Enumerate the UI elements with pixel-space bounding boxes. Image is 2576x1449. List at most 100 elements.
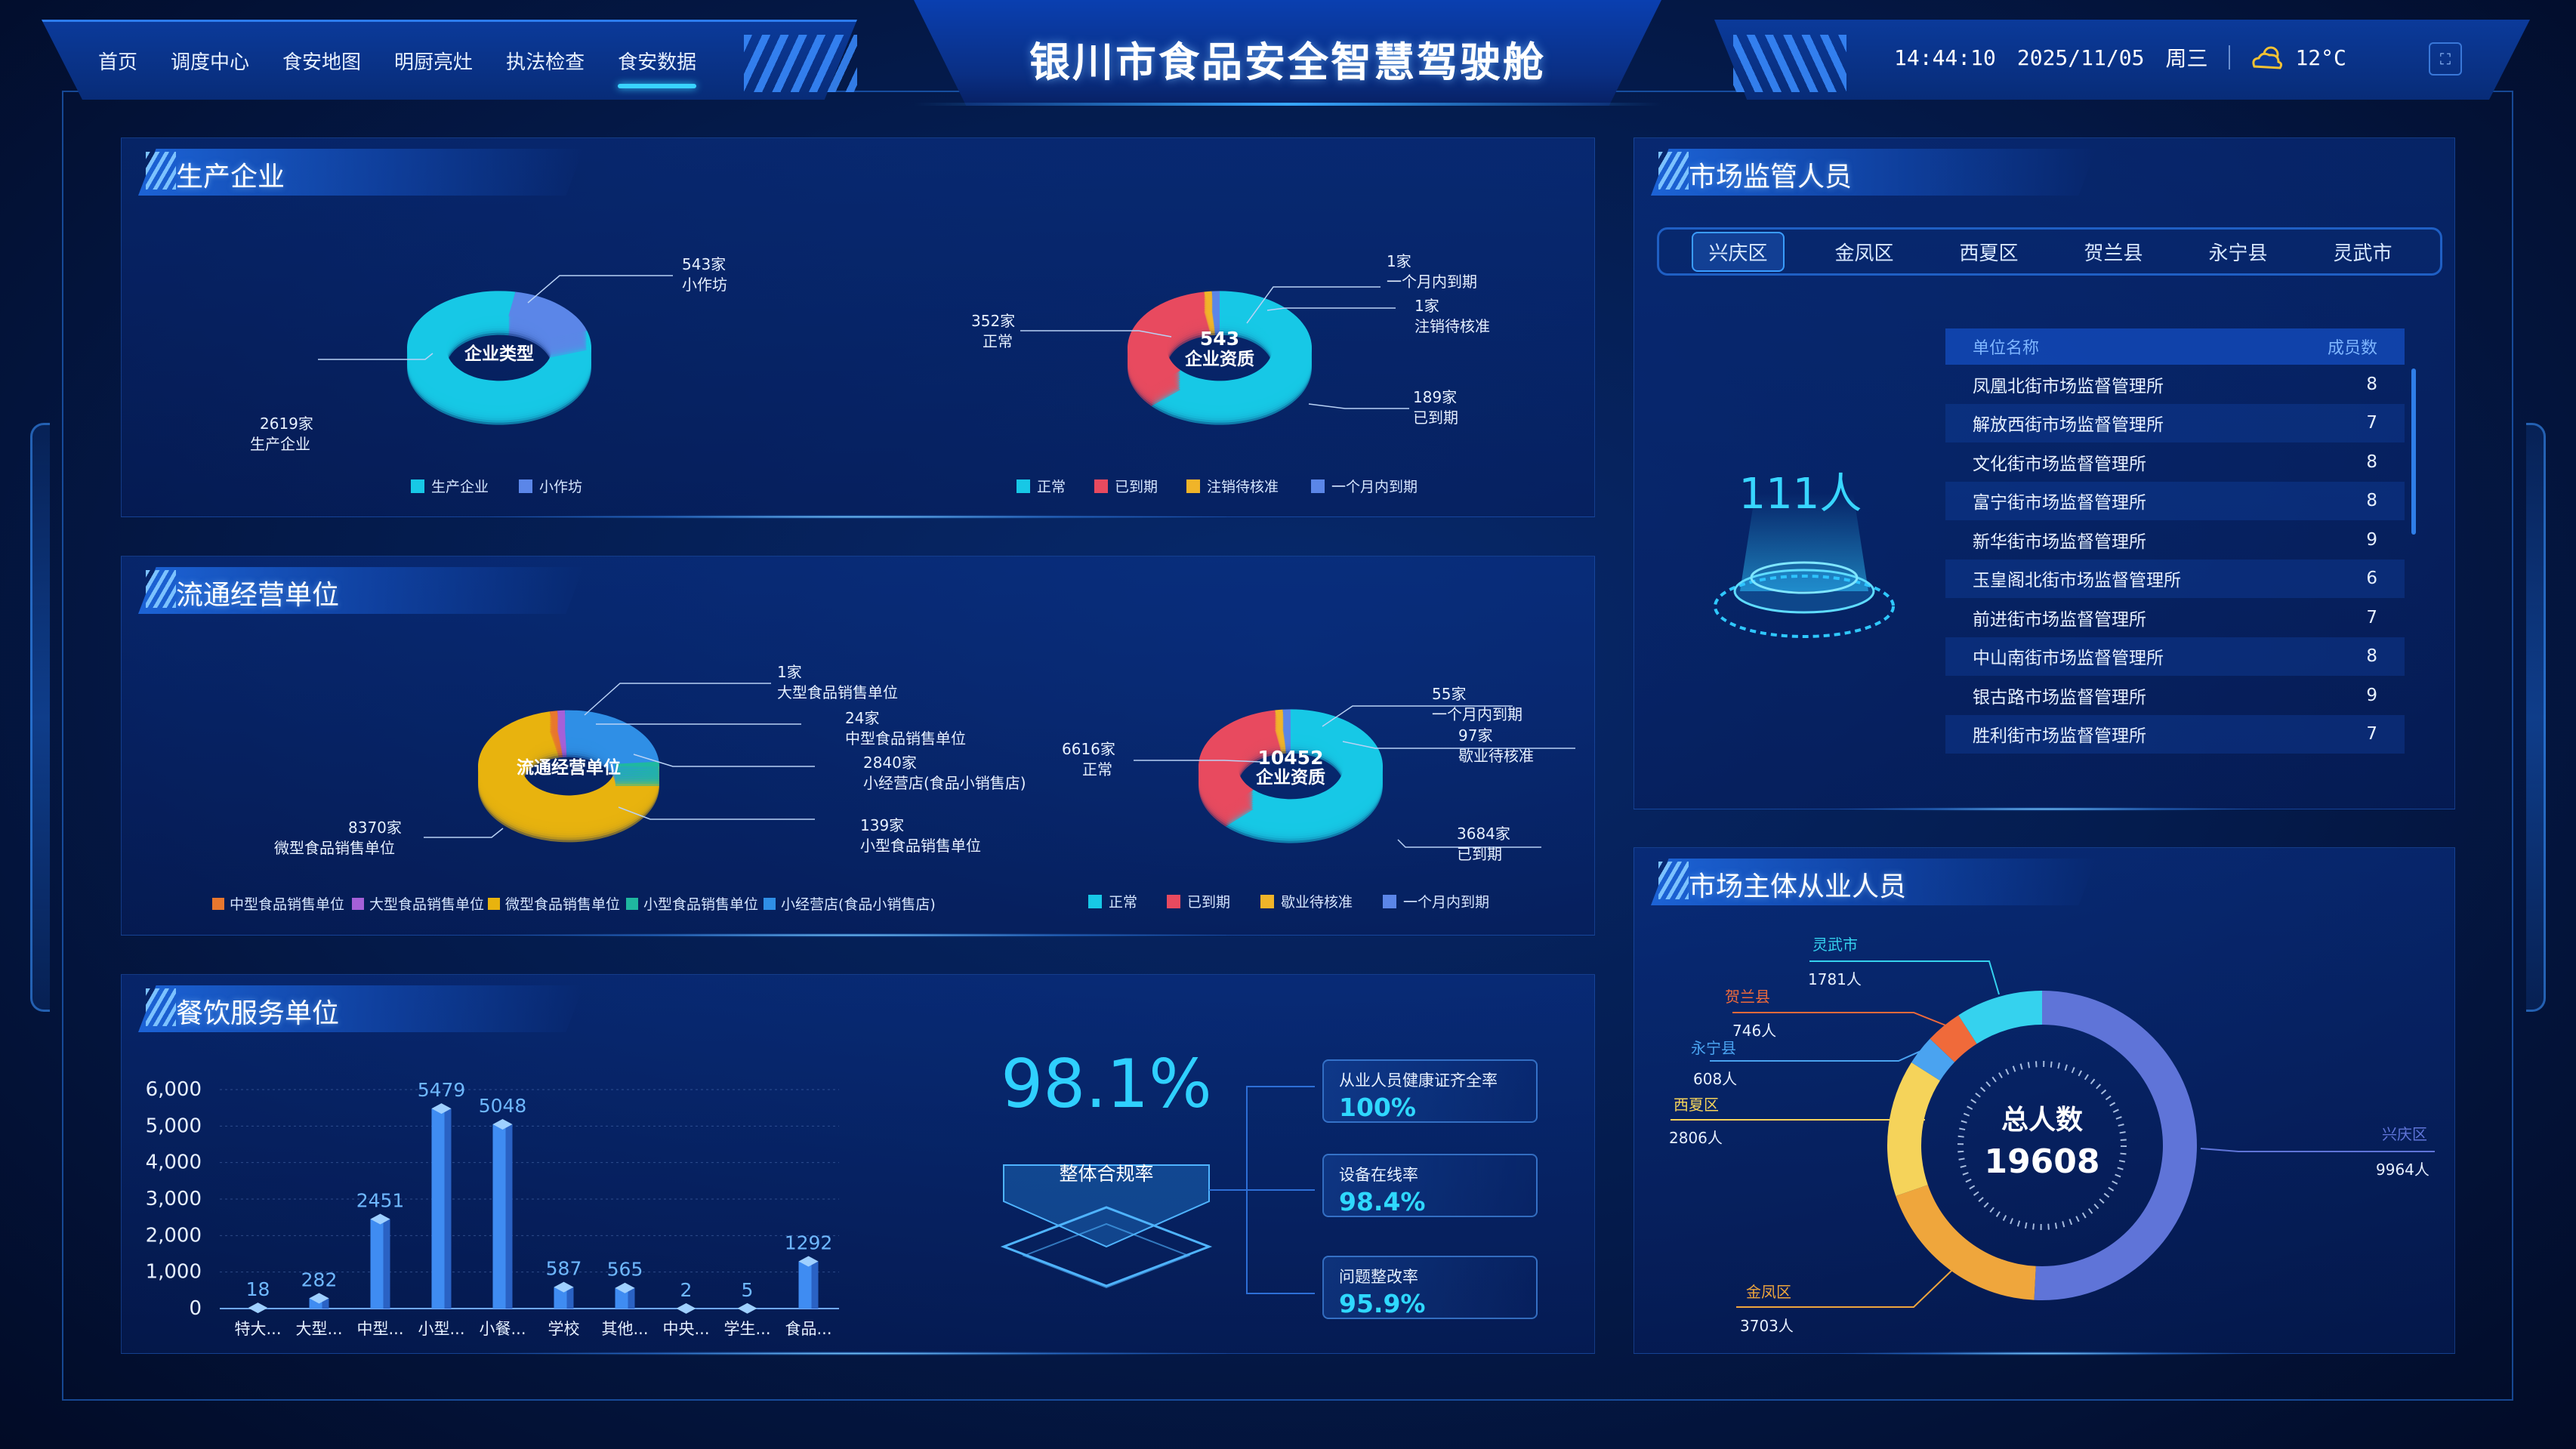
panel-circulation: 流通经营单位 1家 大型食品销售单位 24家 中型食品销售单位 2840家 小经… <box>121 556 1595 937</box>
practitioners-donut-chart: 总人数 19608 灵武市 1781人 贺兰县 746人 永宁县 608人 西夏… <box>1669 936 2435 1335</box>
nav-item-kitchen[interactable]: 明厨亮灶 <box>378 38 489 84</box>
metric-value: 100% <box>1339 1093 1416 1122</box>
legend-label: 正常 <box>1109 894 1137 911</box>
compliance-rate-value: 98.1% <box>1001 1045 1212 1123</box>
chart-label: 55家 <box>1432 685 1466 703</box>
region-value: 1781人 <box>1808 970 1862 988</box>
legend-status: 正常 已到期 注销待核准 一个月内到期 <box>1017 479 1418 495</box>
header-stripe-decoration <box>1733 35 1846 92</box>
table-row[interactable]: 凤凰北街市场监督管理所 8 <box>1945 365 2405 404</box>
nav-item-dispatch[interactable]: 调度中心 <box>154 38 266 84</box>
table-row[interactable]: 胜利街市场监督管理所 7 <box>1945 714 2405 754</box>
region-label: 贺兰县 <box>1725 988 1770 1006</box>
chart-label: 1家 <box>1387 252 1411 270</box>
chart-label: 一个月内到期 <box>1387 273 1477 291</box>
chart-label: 微型食品销售单位 <box>274 839 395 857</box>
cloud-sun-icon <box>2252 46 2283 69</box>
nav-item-map[interactable]: 食安地图 <box>266 38 378 84</box>
donut-slice[interactable] <box>1896 1185 2036 1300</box>
table-row[interactable]: 玉皇阁北街市场监督管理所 6 <box>1945 559 2405 598</box>
chart-label: 24家 <box>845 709 879 727</box>
unit-name: 新华街市场监督管理所 <box>1973 532 2146 552</box>
table-scrollbar[interactable] <box>2411 368 2416 535</box>
table-row[interactable]: 新华街市场监督管理所 9 <box>1945 520 2405 560</box>
metric-card: 从业人员健康证齐全率 100% <box>1322 1059 1538 1123</box>
unit-name: 凤凰北街市场监督管理所 <box>1973 376 2164 396</box>
table-body: 凤凰北街市场监督管理所 8 解放西街市场监督管理所 7 文化街市场监督管理所 8 富宁街市场… <box>1945 365 2405 754</box>
donut-slice[interactable] <box>1887 1062 1940 1196</box>
panel-catering: 餐饮服务单位 6,000 5,000 4,000 3,000 2,000 1,000 0 18… <box>121 974 1595 1355</box>
region-label: 西夏区 <box>1674 1096 1719 1114</box>
page-title: 银川市食品安全智慧驾驶舱 <box>1029 39 1546 86</box>
donut-center-label: 总人数 <box>2001 1105 2083 1136</box>
legend-swatch <box>764 898 776 910</box>
chart-label: 正常 <box>1082 760 1112 778</box>
legend-circulation: 中型食品销售单位 大型食品销售单位 微型食品销售单位 小型食品销售单位 小经营店… <box>212 896 936 913</box>
chart-label: 8370家 <box>348 819 402 837</box>
table-row[interactable]: 富宁街市场监督管理所 8 <box>1945 481 2405 520</box>
legend-swatch <box>488 898 500 910</box>
legend-swatch <box>1383 895 1396 908</box>
panel-regulators: 市场监管人员 兴庆区 金凤区 西夏区 贺兰县 永宁县 灵武市 111人 单位名称… <box>1634 137 2455 811</box>
chart-label: 352家 <box>971 312 1015 330</box>
table-row[interactable]: 解放西街市场监督管理所 7 <box>1945 403 2405 442</box>
member-count: 9 <box>2366 529 2377 550</box>
donut-center-label: 企业资质 <box>1184 349 1254 369</box>
table-row[interactable]: 前进街市场监督管理所 7 <box>1945 598 2405 637</box>
column-header: 成员数 <box>2327 339 2377 358</box>
chart-label: 2840家 <box>863 754 917 772</box>
chart-label: 注销待核准 <box>1414 317 1490 335</box>
fullscreen-icon: ⛶ <box>2440 50 2451 68</box>
legend-label: 歇业待核准 <box>1281 894 1353 911</box>
table-row[interactable]: 银古路市场监督管理所 9 <box>1945 676 2405 715</box>
fullscreen-button[interactable]: ⛶ <box>2429 42 2462 76</box>
metric-value: 98.4% <box>1339 1187 1426 1216</box>
chart-label: 1家 <box>777 663 802 681</box>
region-value: 3703人 <box>1740 1317 1794 1335</box>
chart-label: 正常 <box>983 332 1013 350</box>
legend-label: 小经营店(食品小销售店) <box>781 896 936 913</box>
donut-center-label: 企业资质 <box>1255 767 1325 788</box>
temperature: 12°C <box>2295 45 2346 70</box>
table-row[interactable]: 中山南街市场监督管理所 8 <box>1945 637 2405 676</box>
legend-label: 微型食品销售单位 <box>505 896 620 913</box>
chart-label: 大型食品销售单位 <box>777 683 898 701</box>
member-count: 7 <box>2366 413 2377 433</box>
member-count: 6 <box>2366 569 2377 589</box>
legend-label: 已到期 <box>1187 894 1230 911</box>
region-label: 金凤区 <box>1746 1283 1791 1301</box>
legend-label: 小作坊 <box>539 479 582 495</box>
legend-swatch <box>1186 479 1200 493</box>
legend-swatch <box>1094 479 1108 493</box>
region-label: 永宁县 <box>1691 1039 1736 1057</box>
legend-label: 小型食品销售单位 <box>643 896 758 913</box>
member-count: 8 <box>2366 452 2377 472</box>
column-header: 单位名称 <box>1973 339 2040 358</box>
compliance-rate-label: 整体合规率 <box>1059 1163 1153 1185</box>
donut-center-value: 19608 <box>1984 1142 2099 1181</box>
member-count: 8 <box>2366 646 2377 667</box>
metric-label: 从业人员健康证齐全率 <box>1339 1071 1498 1090</box>
donut-center-label: 企业类型 <box>464 344 534 364</box>
donut-center-label: 流通经营单位 <box>517 757 621 778</box>
unit-table: 单位名称 成员数 凤凰北街市场监督管理所 8 解放西街市场监督管理所 7 文化街市场监督… <box>1945 328 2405 754</box>
chart-label: 139家 <box>860 816 904 834</box>
left-side-wing <box>30 423 50 1012</box>
unit-name: 银古路市场监督管理所 <box>1973 687 2146 708</box>
header-stripe-decoration <box>744 35 857 92</box>
legend-swatch <box>1260 895 1274 908</box>
unit-name: 中山南街市场监督管理所 <box>1973 649 2164 669</box>
nav-item-inspection[interactable]: 执法检查 <box>489 38 601 84</box>
header: 首页 调度中心 食安地图 明厨亮灶 执法检查 食安数据 银川市食品安全智慧驾驶舱… <box>0 0 2576 106</box>
clock-time: 14:44:10 <box>1894 45 1996 70</box>
chart-label: 小经营店(食品小销售店) <box>863 774 1026 792</box>
chart-label: 189家 <box>1413 388 1457 406</box>
legend-swatch <box>1167 895 1180 908</box>
unit-name: 解放西街市场监督管理所 <box>1973 415 2164 436</box>
member-count: 7 <box>2366 607 2377 627</box>
table-row[interactable]: 文化街市场监督管理所 8 <box>1945 442 2405 482</box>
nav-item-data[interactable]: 食安数据 <box>601 38 713 88</box>
header-glow-line <box>914 103 1661 106</box>
nav-item-home[interactable]: 首页 <box>82 38 154 84</box>
legend-label: 中型食品销售单位 <box>230 896 344 913</box>
